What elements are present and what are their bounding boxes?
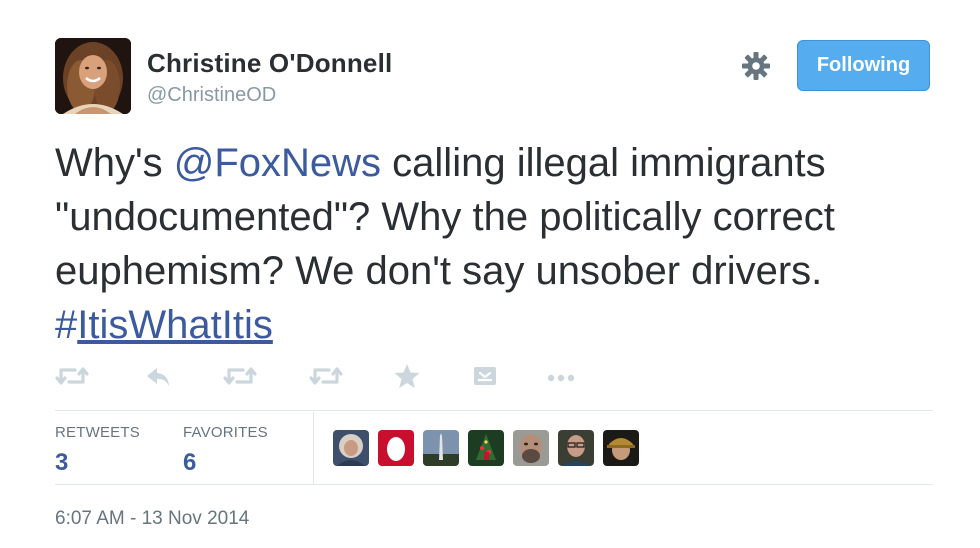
retweets-count: 3 (55, 449, 69, 476)
favoriter-avatar[interactable] (468, 430, 504, 466)
author-avatar[interactable] (55, 38, 131, 114)
retweets-label: RETWEETS (55, 424, 140, 441)
retweet-icon[interactable] (223, 362, 257, 394)
divider-top (55, 410, 933, 411)
favorites-label: FAVORITES (183, 424, 268, 441)
tweet-timestamp[interactable]: 6:07 AM - 13 Nov 2014 (55, 508, 249, 530)
embed-icon[interactable] (471, 362, 499, 394)
divider-bottom (55, 484, 933, 485)
favorites-count: 6 (183, 449, 197, 476)
author-handle[interactable]: @ChristineOD (147, 84, 276, 107)
favoriter-avatar[interactable] (378, 430, 414, 466)
retweet-icon[interactable] (309, 362, 343, 394)
favoriter-avatar[interactable] (423, 430, 459, 466)
following-button[interactable]: Following (797, 40, 930, 91)
favorite-star-icon[interactable] (393, 362, 421, 394)
stats-separator (313, 412, 314, 484)
tweet-stats: RETWEETS 3 FAVORITES 6 (55, 412, 933, 484)
tweet-text-prefix: Why's (55, 141, 174, 185)
favoriter-avatar[interactable] (603, 430, 639, 466)
mention-link[interactable]: @FoxNews (174, 141, 381, 185)
reply-icon[interactable] (143, 362, 173, 394)
favorites-stat[interactable]: FAVORITES 6 (183, 424, 268, 477)
favoriter-avatar[interactable] (333, 430, 369, 466)
retweet-icon[interactable] (55, 362, 89, 394)
tweet-text: Why's @FoxNews calling illegal immigrant… (55, 136, 955, 352)
hashtag-symbol: # (55, 303, 78, 347)
favoriter-avatar[interactable] (513, 430, 549, 466)
gear-icon[interactable] (740, 50, 772, 82)
tweet-card: Christine O'Donnell @ChristineOD Followi… (0, 0, 980, 548)
hashtag-link[interactable]: #ItisWhatItis (55, 303, 273, 347)
author-avatar-image (55, 38, 131, 114)
author-name[interactable]: Christine O'Donnell (147, 48, 392, 79)
more-icon[interactable] (545, 362, 577, 394)
favoriter-avatar[interactable] (558, 430, 594, 466)
hashtag-text: ItisWhatItis (77, 303, 273, 347)
retweets-stat[interactable]: RETWEETS 3 (55, 424, 140, 477)
tweet-actions (55, 362, 615, 398)
